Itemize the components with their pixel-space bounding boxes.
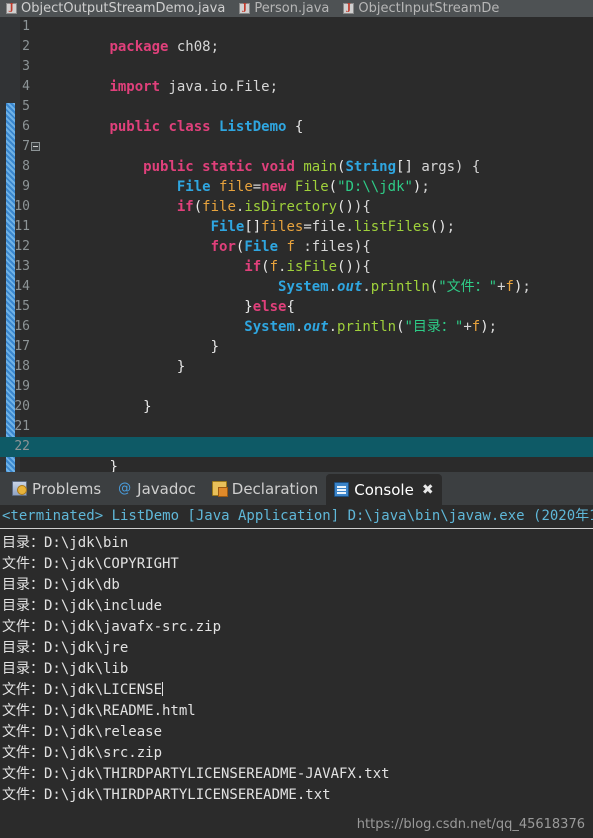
code-editor[interactable]: 1 package ch08; 2 3 import java.io.File; 4… bbox=[0, 17, 593, 472]
code-line: 14 }else{ bbox=[0, 277, 593, 315]
console-line-with-caret: 文件：D:\jdk\LICENSE bbox=[2, 680, 593, 701]
tab-problems[interactable]: Problems bbox=[4, 475, 109, 502]
editor-tab-label: Person.java bbox=[254, 1, 330, 16]
line-number: 16 bbox=[14, 319, 30, 334]
eclipse-ide-window: ObjectOutputStreamDemo.java Person.java … bbox=[0, 0, 593, 838]
console-launch-header: <terminated> ListDemo [Java Application]… bbox=[0, 505, 593, 529]
console-line: 目录：D:\jdk\db bbox=[2, 577, 120, 593]
editor-tab-person[interactable]: Person.java bbox=[233, 0, 337, 17]
line-number: 9 bbox=[22, 179, 30, 194]
code-line: 19 } bbox=[0, 377, 593, 415]
code-line: 8 File file=new File("D:\\jdk"); bbox=[0, 157, 593, 195]
console-line: 文件：D:\jdk\THIRDPARTYLICENSEREADME.txt bbox=[2, 787, 331, 803]
code-line: 13 System.out.println("文件："+f); bbox=[0, 257, 593, 295]
line-number: 8 bbox=[22, 159, 30, 174]
line-number: 7 bbox=[22, 139, 30, 154]
tab-label: Declaration bbox=[231, 479, 319, 498]
code-line: 2 bbox=[0, 37, 593, 57]
code-line: 17 } bbox=[0, 337, 593, 375]
editor-tab-object-output-stream-demo[interactable]: ObjectOutputStreamDemo.java bbox=[0, 0, 234, 17]
code-line: 21} bbox=[0, 417, 593, 455]
code-line: 3 import java.io.File; bbox=[0, 57, 593, 95]
fold-collapse-icon[interactable] bbox=[31, 142, 40, 151]
line-number: 12 bbox=[14, 239, 30, 254]
code-line: 12 if(f.isFile()){ bbox=[0, 237, 593, 275]
line-number: 15 bbox=[14, 299, 30, 314]
console-line: 目录：D:\jdk\jre bbox=[2, 640, 129, 656]
console-icon bbox=[334, 482, 350, 497]
code-line: 11 for(File f :files){ bbox=[0, 217, 593, 255]
code-line: 1 package ch08; bbox=[0, 17, 593, 55]
code-line: 5 public class ListDemo { bbox=[0, 97, 593, 135]
console-line: 目录：D:\jdk\bin bbox=[2, 535, 129, 551]
line-number: 22 bbox=[14, 439, 30, 454]
bottom-view-tab-bar: Problems @ Javadoc Declaration Console ✖ bbox=[0, 472, 593, 505]
console-line: 文件：D:\jdk\README.html bbox=[2, 703, 196, 719]
editor-tab-object-input-stream-demo[interactable]: ObjectInputStreamDe bbox=[337, 0, 507, 17]
editor-tab-bar: ObjectOutputStreamDemo.java Person.java … bbox=[0, 0, 593, 17]
tab-console[interactable]: Console ✖ bbox=[326, 474, 442, 505]
line-number: 10 bbox=[14, 199, 30, 214]
console-line-text: 文件：D:\jdk\LICENSE bbox=[2, 682, 163, 698]
console-line: 文件：D:\jdk\COPYRIGHT bbox=[2, 556, 179, 572]
console-line: 文件：D:\jdk\release bbox=[2, 724, 163, 740]
console-line: 文件：D:\jdk\javafx-src.zip bbox=[2, 619, 222, 635]
java-file-icon bbox=[343, 3, 355, 14]
console-line: 目录：D:\jdk\include bbox=[2, 598, 163, 614]
line-number: 3 bbox=[22, 59, 30, 74]
tab-label: Javadoc bbox=[137, 479, 196, 498]
line-number: 5 bbox=[22, 99, 30, 114]
code-line: 4 bbox=[0, 77, 593, 97]
line-number: 4 bbox=[22, 79, 30, 94]
line-number: 17 bbox=[14, 339, 30, 354]
tab-label: Console bbox=[354, 480, 414, 499]
close-icon[interactable]: ✖ bbox=[422, 483, 434, 497]
console-line: 目录：D:\jdk\lib bbox=[2, 661, 129, 677]
code-line: 6 bbox=[0, 117, 593, 137]
code-line: 16 } bbox=[0, 317, 593, 355]
editor-tab-label: ObjectOutputStreamDemo.java bbox=[21, 1, 226, 16]
javadoc-icon: @ bbox=[118, 481, 132, 496]
problems-icon bbox=[12, 481, 27, 496]
java-file-icon bbox=[6, 3, 17, 14]
console-line: 文件：D:\jdk\THIRDPARTYLICENSEREADME-JAVAFX… bbox=[2, 766, 390, 782]
code-lines-container: 1 package ch08; 2 3 import java.io.File; 4… bbox=[0, 17, 593, 472]
line-number: 11 bbox=[14, 219, 30, 234]
code-line-current: 22} bbox=[0, 437, 593, 472]
tab-javadoc[interactable]: @ Javadoc bbox=[109, 475, 204, 502]
console-line: 文件：D:\jdk\src.zip bbox=[2, 745, 163, 761]
line-number: 14 bbox=[14, 279, 30, 294]
code-line: 10 File[]files=file.listFiles(); bbox=[0, 197, 593, 235]
line-number: 21 bbox=[14, 419, 30, 434]
line-number: 1 bbox=[22, 19, 30, 34]
line-number: 18 bbox=[14, 359, 30, 374]
code-line: 7 public static void main(String[] args)… bbox=[0, 137, 593, 175]
code-line: 20 bbox=[0, 397, 593, 417]
java-file-icon bbox=[239, 3, 251, 14]
console-panel[interactable]: <terminated> ListDemo [Java Application]… bbox=[0, 505, 593, 838]
line-number: 2 bbox=[22, 39, 30, 54]
line-number: 19 bbox=[14, 379, 30, 394]
line-number: 13 bbox=[14, 259, 30, 274]
code-line: 9 if(file.isDirectory()){ bbox=[0, 177, 593, 215]
console-output: 目录：D:\jdk\bin 文件：D:\jdk\COPYRIGHT 目录：D:\… bbox=[0, 529, 593, 806]
tab-label: Problems bbox=[32, 479, 102, 498]
editor-tab-label: ObjectInputStreamDe bbox=[358, 1, 500, 16]
watermark: https://blog.csdn.net/qq_45618376 bbox=[356, 817, 585, 832]
declaration-icon bbox=[211, 481, 228, 497]
tab-declaration[interactable]: Declaration bbox=[204, 475, 326, 502]
code-line: 18 bbox=[0, 357, 593, 377]
text-caret bbox=[162, 682, 164, 696]
line-number: 20 bbox=[14, 399, 30, 414]
line-number: 6 bbox=[22, 119, 30, 134]
code-line: 15 System.out.println("目录："+f); bbox=[0, 297, 593, 335]
